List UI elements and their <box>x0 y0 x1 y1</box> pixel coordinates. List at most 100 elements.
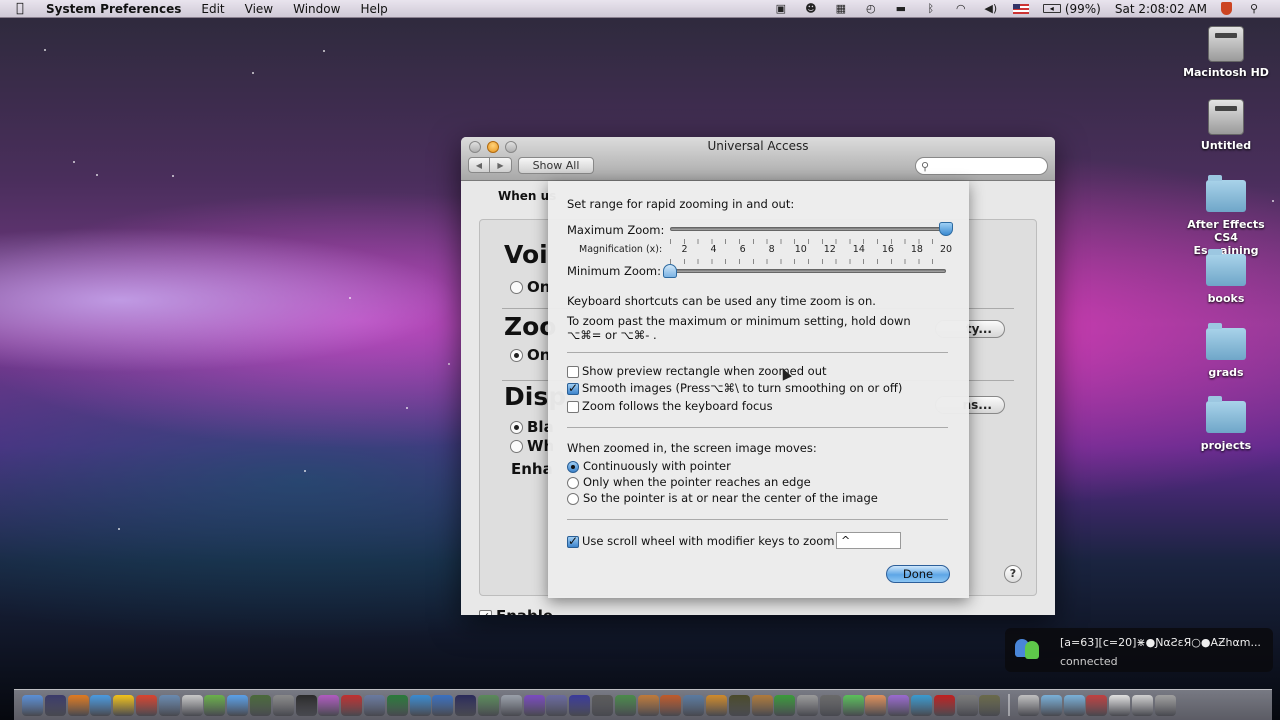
dock-presentation-icon[interactable] <box>637 694 659 716</box>
smooth-images-checkbox[interactable]: Smooth images (Press⌥⌘\ to turn smoothin… <box>567 381 902 395</box>
dock-adium-icon[interactable] <box>204 694 226 716</box>
apple-menu-icon[interactable]:  <box>16 1 34 16</box>
battery-status[interactable]: ◂ (99%) <box>1042 2 1101 16</box>
dock-preview-icon[interactable] <box>158 694 180 716</box>
dock-photo-booth-icon[interactable] <box>249 694 271 716</box>
dock-automator-icon[interactable] <box>272 694 294 716</box>
dock-finder-icon[interactable] <box>22 694 43 716</box>
us-flag-input-icon[interactable] <box>1012 3 1029 14</box>
dock-audio-midi-icon[interactable] <box>819 694 841 716</box>
enable-access-checkbox[interactable]: ✓ Enable <box>479 607 553 615</box>
dock-motion-2-icon[interactable] <box>432 694 454 716</box>
dock-messenger-icon[interactable] <box>911 694 933 716</box>
dock-stuffit-icon[interactable] <box>979 694 1001 716</box>
dock-firefox-icon[interactable] <box>67 694 89 716</box>
checkbox-icon <box>567 381 579 395</box>
dock-applications-folder-icon[interactable] <box>1040 694 1062 716</box>
menu-view[interactable]: View <box>245 2 273 16</box>
checkbox-label: Zoom follows the keyboard focus <box>582 399 773 413</box>
dock-acrobat-icon[interactable] <box>933 694 955 716</box>
dock-garageband-icon[interactable] <box>751 694 773 716</box>
dock-system-prefs-icon[interactable] <box>956 694 978 716</box>
min-zoom-slider-thumb[interactable] <box>663 264 677 278</box>
dock-itunes-icon[interactable] <box>523 694 545 716</box>
max-zoom-slider-thumb[interactable] <box>939 222 953 236</box>
menu-edit[interactable]: Edit <box>201 2 224 16</box>
dock-imovie-icon[interactable] <box>728 694 750 716</box>
dock-spaces-icon[interactable] <box>546 694 568 716</box>
spotlight-search-icon[interactable]: ⚲ <box>1246 2 1262 15</box>
dock-yahoo-messenger-icon[interactable] <box>113 694 135 716</box>
dock-chrome-icon[interactable] <box>135 694 157 716</box>
dock-word-icon[interactable] <box>842 694 864 716</box>
desktop-item-macintosh-hd[interactable]: Macintosh HD <box>1181 26 1271 79</box>
dock-downloads-icon[interactable] <box>1086 694 1108 716</box>
dock-printer-icon[interactable] <box>797 694 819 716</box>
max-zoom-slider[interactable] <box>670 227 946 231</box>
dock-compressor-icon[interactable] <box>363 694 385 716</box>
scroll-wheel-checkbox[interactable]: Use scroll wheel with modifier keys to z… <box>567 534 834 548</box>
spaces-icon[interactable]: ▦ <box>833 2 849 15</box>
time-machine-icon[interactable]: ◴ <box>863 2 879 15</box>
clock[interactable]: Sat 2:08:02 AM <box>1115 2 1207 16</box>
dock-trash-icon[interactable] <box>1154 694 1176 716</box>
dock-final-cut-icon[interactable] <box>341 694 363 716</box>
modifier-key-field[interactable]: ^ <box>836 532 901 549</box>
center-radio[interactable]: So the pointer is at or near the center … <box>567 491 878 505</box>
edge-radio[interactable]: Only when the pointer reaches an edge <box>567 475 811 489</box>
search-input[interactable]: ⚲ <box>915 157 1048 175</box>
notification[interactable]: [a=63][c=20]⋇●ƝαƧεЯ○●AƵhαm... connected <box>1005 628 1273 672</box>
done-button[interactable]: Done <box>886 565 950 583</box>
dock-ical-icon[interactable] <box>181 694 203 716</box>
dock-script-editor-icon[interactable] <box>591 694 613 716</box>
desktop-item-projects[interactable]: projects <box>1181 396 1271 452</box>
keyboard-focus-checkbox[interactable]: Zoom follows the keyboard focus <box>567 399 773 413</box>
dock-preview-doc-icon[interactable] <box>1109 694 1131 716</box>
back-button[interactable]: ◀ <box>468 157 490 173</box>
robot-icon[interactable]: ☻ <box>803 2 819 15</box>
dock-livetype-icon[interactable] <box>455 694 477 716</box>
shield-icon[interactable] <box>1221 2 1232 15</box>
radio-icon <box>567 476 579 489</box>
desktop-item-books[interactable]: books <box>1181 249 1271 305</box>
dock-powerpoint-icon[interactable] <box>865 694 887 716</box>
dock-safari-icon[interactable] <box>90 694 112 716</box>
title-bar[interactable]: Universal Access ◀ ▶ Show All ⚲ <box>461 137 1055 181</box>
dock-aperture-icon[interactable] <box>500 694 522 716</box>
min-zoom-slider[interactable] <box>670 269 946 273</box>
voiceover-on-radio[interactable]: On <box>510 278 550 296</box>
display-icon[interactable]: ▬ <box>893 2 909 15</box>
dock-photo-app-icon[interactable] <box>705 694 727 716</box>
dock-script-icon[interactable] <box>1018 694 1040 716</box>
dock-photoshop-icon[interactable] <box>569 694 591 716</box>
help-button[interactable]: ? <box>1004 565 1022 583</box>
dock-documents-folder-icon[interactable] <box>1063 694 1085 716</box>
continuously-radio[interactable]: Continuously with pointer <box>567 459 731 473</box>
dock-after-effects-icon[interactable] <box>44 694 66 716</box>
menu-help[interactable]: Help <box>360 2 387 16</box>
wifi-icon[interactable]: ◠ <box>953 2 969 15</box>
menu-window[interactable]: Window <box>293 2 340 16</box>
dock-grapher-icon[interactable] <box>614 694 636 716</box>
desktop-item-grads[interactable]: grads <box>1181 323 1271 379</box>
desktop-item-untitled[interactable]: Untitled <box>1181 99 1271 152</box>
dock-document-icon[interactable] <box>1132 694 1154 716</box>
volume-icon[interactable]: ◀) <box>983 2 999 15</box>
show-all-button[interactable]: Show All <box>518 157 594 174</box>
dock-dvd-player-icon[interactable] <box>295 694 317 716</box>
dock-image-capture-icon[interactable] <box>477 694 499 716</box>
dock-soundtrack-icon[interactable] <box>409 694 431 716</box>
dock-iphoto-icon[interactable] <box>683 694 705 716</box>
dock-motion-icon[interactable] <box>386 694 408 716</box>
dock-color-icon[interactable] <box>318 694 340 716</box>
dock-iweb-icon[interactable] <box>774 694 796 716</box>
dock-sketch-icon[interactable] <box>660 694 682 716</box>
video-capture-icon[interactable]: ▣ <box>773 2 789 15</box>
zoom-on-radio[interactable]: On <box>510 346 550 364</box>
bluetooth-icon[interactable]: ᛒ <box>923 2 939 15</box>
dock-entourage-icon[interactable] <box>888 694 910 716</box>
forward-button[interactable]: ▶ <box>490 157 512 173</box>
menu-app-name[interactable]: System Preferences <box>46 2 181 16</box>
dock-ichat-icon[interactable] <box>227 694 249 716</box>
desktop-item-after-effects[interactable]: After Effects CS4 Es...aining <box>1181 175 1271 257</box>
